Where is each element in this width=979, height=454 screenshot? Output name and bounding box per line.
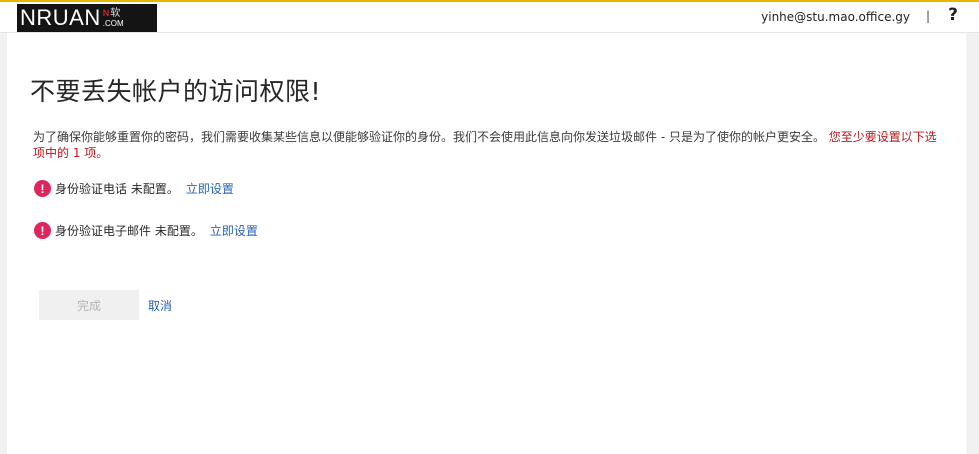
help-icon[interactable]: ? (948, 5, 958, 25)
logo-com: .COM (102, 18, 124, 28)
header-divider: | (925, 9, 930, 23)
logo-text: NRUAN (20, 5, 101, 30)
setup-email-link[interactable]: 立即设置 (210, 222, 258, 239)
logo-cn: N 软 (102, 7, 124, 19)
item-label: 身份验证电话 未配置。 (55, 182, 179, 196)
alert-icon: ! (34, 180, 51, 197)
alert-icon: ! (34, 222, 51, 239)
list-item-email: ! 身份验证电子邮件 未配置。 立即设置 (34, 222, 258, 239)
item-label: 身份验证电子邮件 未配置。 (55, 224, 203, 238)
setup-phone-link[interactable]: 立即设置 (186, 180, 234, 197)
list-item-phone: ! 身份验证电话 未配置。 立即设置 (34, 180, 234, 197)
logo-side: N 软 .COM (102, 7, 124, 28)
nruan-logo[interactable]: NRUAN N 软 .COM (17, 4, 157, 32)
finish-button[interactable]: 完成 (39, 290, 139, 320)
header-bar: NRUAN N 软 .COM yinhe@stu.mao.office.gy |… (0, 2, 979, 33)
user-email[interactable]: yinhe@stu.mao.office.gy (761, 10, 910, 24)
description-text: 为了确保你能够重置你的密码，我们需要收集某些信息以便能够验证你的身份。我们不会使… (33, 130, 825, 144)
cancel-link[interactable]: 取消 (148, 297, 172, 314)
page-title: 不要丢失帐户的访问权限! (30, 77, 322, 106)
left-gutter (0, 33, 7, 454)
logo-cn-char: 软 (110, 7, 121, 19)
page-description: 为了确保你能够重置你的密码，我们需要收集某些信息以便能够验证你的身份。我们不会使… (33, 129, 948, 161)
logo-cn-mark: N (102, 8, 110, 18)
right-gutter (966, 33, 979, 454)
